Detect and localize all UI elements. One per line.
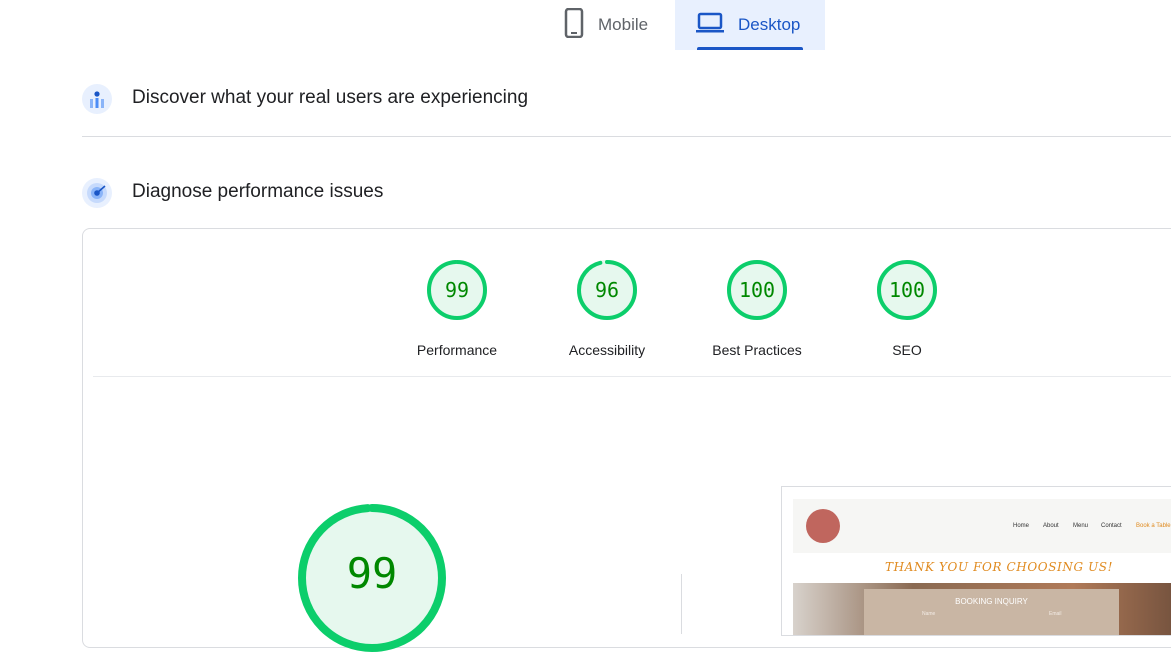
score-value: 100 bbox=[739, 278, 775, 302]
thumb-thanks-heading: THANK YOU FOR CHOOSING US! bbox=[885, 560, 1114, 574]
laptop-icon bbox=[696, 11, 724, 40]
thumb-nav-menu: Menu bbox=[1073, 523, 1089, 529]
score-ring: 100 bbox=[727, 260, 787, 320]
thumb-field-name: Name bbox=[922, 611, 936, 617]
score-ring: 100 bbox=[877, 260, 937, 320]
crux-section-title[interactable]: Discover what your real users are experi… bbox=[132, 87, 528, 109]
thumb-nav-home: Home bbox=[1013, 523, 1030, 529]
diagnose-target-icon bbox=[82, 178, 112, 208]
score-gauge-seo[interactable]: 100 SEO bbox=[842, 258, 972, 358]
tab-desktop-label: Desktop bbox=[738, 15, 801, 34]
performance-big-gauge: 99 bbox=[298, 504, 446, 652]
score-ring: 96 bbox=[577, 260, 637, 320]
selected-tab-indicator bbox=[697, 47, 803, 50]
score-label: SEO bbox=[892, 342, 922, 358]
thumb-nav-contact: Contact bbox=[1101, 523, 1122, 529]
thumb-booking-form: BOOKING INQUIRY Name Email bbox=[864, 589, 1119, 635]
score-label: Accessibility bbox=[568, 342, 646, 358]
thumb-nav-about: About bbox=[1043, 523, 1059, 529]
tab-desktop[interactable]: Desktop bbox=[675, 0, 825, 50]
final-screenshot[interactable]: Home About Menu Contact Book a Table THA… bbox=[781, 486, 1171, 636]
performance-big-score: 99 bbox=[347, 549, 398, 598]
score-value: 96 bbox=[595, 278, 619, 302]
score-label: Best Practices bbox=[712, 342, 802, 358]
lighthouse-section-title[interactable]: Diagnose performance issues bbox=[132, 181, 383, 203]
users-chart-icon bbox=[82, 84, 112, 114]
report-divider bbox=[93, 376, 1171, 377]
score-gauge-performance[interactable]: 99 Performance bbox=[392, 258, 522, 358]
thumb-field-email: Email bbox=[1049, 611, 1062, 617]
tab-mobile-label: Mobile bbox=[598, 15, 649, 34]
score-gauge-best-practices[interactable]: 100 Best Practices bbox=[692, 258, 822, 358]
thumb-form-title: BOOKING INQUIRY bbox=[955, 597, 1028, 606]
thumb-nav-book: Book a Table bbox=[1136, 523, 1171, 529]
tab-mobile[interactable]: Mobile bbox=[560, 0, 670, 50]
section-divider bbox=[82, 136, 1171, 137]
thumb-logo bbox=[806, 509, 840, 543]
score-label: Performance bbox=[416, 342, 498, 358]
score-value: 99 bbox=[445, 278, 469, 302]
score-ring: 99 bbox=[427, 260, 487, 320]
score-gauge-accessibility[interactable]: 96 Accessibility bbox=[542, 258, 672, 358]
smartphone-icon bbox=[564, 7, 584, 43]
vertical-divider bbox=[681, 574, 682, 634]
score-value: 100 bbox=[889, 278, 925, 302]
